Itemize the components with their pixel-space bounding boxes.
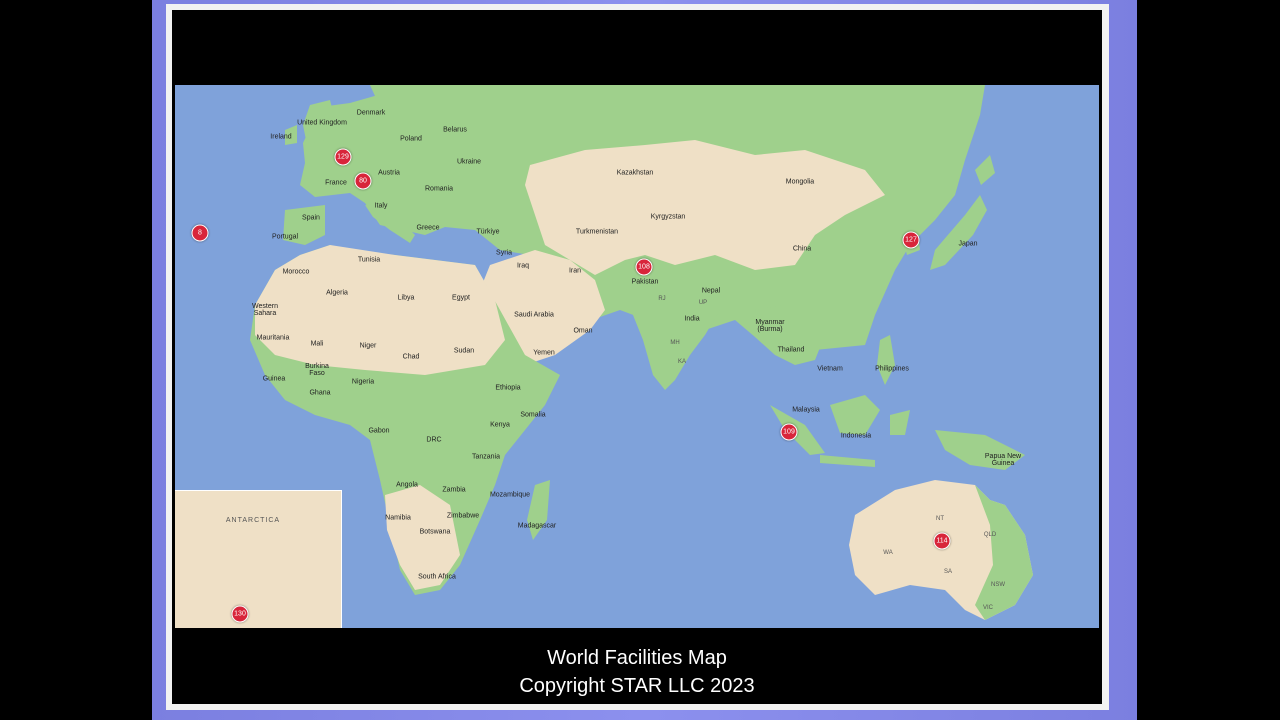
label-drc: DRC xyxy=(426,436,442,444)
label-mozambique: Mozambique xyxy=(489,491,531,499)
label-united-kingdom: United Kingdom xyxy=(297,119,347,127)
label-zimbabwe: Zimbabwe xyxy=(446,512,480,520)
facility-marker[interactable]: 80 xyxy=(354,172,372,190)
label-nsw: NSW xyxy=(991,582,1005,588)
label-kyrgyzstan: Kyrgyzstan xyxy=(650,213,686,221)
label-iran: Iran xyxy=(568,267,582,275)
label-vic: VIC xyxy=(982,605,994,611)
label-ghana: Ghana xyxy=(309,389,331,397)
label-ukraine: Ukraine xyxy=(456,158,482,166)
label-botswana: Botswana xyxy=(419,528,451,536)
label-mh: MH xyxy=(670,340,680,346)
label-namibia: Namibia xyxy=(385,514,411,522)
facility-marker[interactable]: 8 xyxy=(191,224,209,242)
label-philippines: Philippines xyxy=(875,365,909,373)
label-angola: Angola xyxy=(396,481,418,489)
label-sudan: Sudan xyxy=(453,347,475,355)
label-kenya: Kenya xyxy=(490,421,510,429)
label-up: UP xyxy=(698,300,708,306)
inset-title: ANTARCTICA xyxy=(225,517,281,524)
label-niger: Niger xyxy=(359,342,377,350)
map-title: World Facilities Map xyxy=(547,647,727,669)
label-morocco: Morocco xyxy=(282,268,310,276)
label-turkmenistan: Turkmenistan xyxy=(575,228,619,236)
facility-marker[interactable]: 127 xyxy=(902,231,920,249)
label-myanmar: Myanmar (Burma) xyxy=(755,319,785,333)
label-greece: Greece xyxy=(416,224,440,232)
label-pakistan: Pakistan xyxy=(631,278,659,286)
facility-marker[interactable]: 114 xyxy=(933,532,951,550)
label-nt: NT xyxy=(936,516,944,522)
label-somalia: Somalia xyxy=(520,411,546,419)
label-japan: Japan xyxy=(958,240,978,248)
world-map[interactable]: Denmark United Kingdom Ireland Belarus P… xyxy=(175,85,1099,628)
label-malaysia: Malaysia xyxy=(792,406,820,414)
antarctica-inset[interactable]: ANTARCTICA xyxy=(175,490,342,628)
label-zambia: Zambia xyxy=(442,486,466,494)
label-libya: Libya xyxy=(397,294,415,302)
label-mauritania: Mauritania xyxy=(256,334,290,342)
facility-marker[interactable]: 129 xyxy=(334,148,352,166)
label-egypt: Egypt xyxy=(452,294,470,302)
label-poland: Poland xyxy=(400,135,422,143)
label-burkina-faso: Burkina Faso xyxy=(305,363,329,377)
label-denmark: Denmark xyxy=(356,109,386,117)
label-papua-new-guinea: Papua New Guinea xyxy=(984,453,1022,467)
label-madagascar: Madagascar xyxy=(517,522,557,530)
label-indonesia: Indonesia xyxy=(840,432,872,440)
label-wa: WA xyxy=(883,550,893,556)
label-italy: Italy xyxy=(374,202,388,210)
label-chad: Chad xyxy=(402,353,420,361)
label-austria: Austria xyxy=(378,169,400,177)
label-romania: Romania xyxy=(424,185,454,193)
label-nigeria: Nigeria xyxy=(351,378,375,386)
label-gabon: Gabon xyxy=(368,427,390,435)
label-tunisia: Tunisia xyxy=(357,256,381,264)
label-south-africa: South Africa xyxy=(418,573,456,581)
facility-marker[interactable]: 108 xyxy=(635,258,653,276)
label-india: India xyxy=(684,315,700,323)
label-algeria: Algeria xyxy=(326,289,348,297)
label-tanzania: Tanzania xyxy=(471,453,501,461)
label-china: China xyxy=(792,245,812,253)
label-saudi-arabia: Saudi Arabia xyxy=(514,311,554,319)
facility-marker[interactable]: 130 xyxy=(231,605,249,623)
label-mali: Mali xyxy=(310,340,324,348)
label-france: France xyxy=(325,179,347,187)
label-kazakhstan: Kazakhstan xyxy=(616,169,654,177)
label-thailand: Thailand xyxy=(777,346,805,354)
label-portugal: Portugal xyxy=(271,233,299,241)
label-guinea: Guinea xyxy=(262,375,286,383)
facility-marker[interactable]: 109 xyxy=(780,423,798,441)
label-qld: QLD xyxy=(983,532,997,538)
label-sa: SA xyxy=(943,569,953,575)
label-ireland: Ireland xyxy=(270,133,292,141)
label-rj: RJ xyxy=(658,296,666,302)
label-yemen: Yemen xyxy=(533,349,555,357)
label-belarus: Belarus xyxy=(443,126,467,134)
label-nepal: Nepal xyxy=(701,287,721,295)
label-turkiye: Türkiye xyxy=(476,228,500,236)
label-iraq: Iraq xyxy=(516,262,530,270)
label-syria: Syria xyxy=(496,249,512,257)
label-vietnam: Vietnam xyxy=(817,365,843,373)
label-western-sahara: Western Sahara xyxy=(252,303,278,317)
label-spain: Spain xyxy=(302,214,320,222)
label-mongolia: Mongolia xyxy=(785,178,815,186)
label-oman: Oman xyxy=(573,327,593,335)
label-ethiopia: Ethiopia xyxy=(495,384,521,392)
label-ka: KA xyxy=(677,359,687,365)
copyright-text: Copyright STAR LLC 2023 xyxy=(519,675,755,697)
